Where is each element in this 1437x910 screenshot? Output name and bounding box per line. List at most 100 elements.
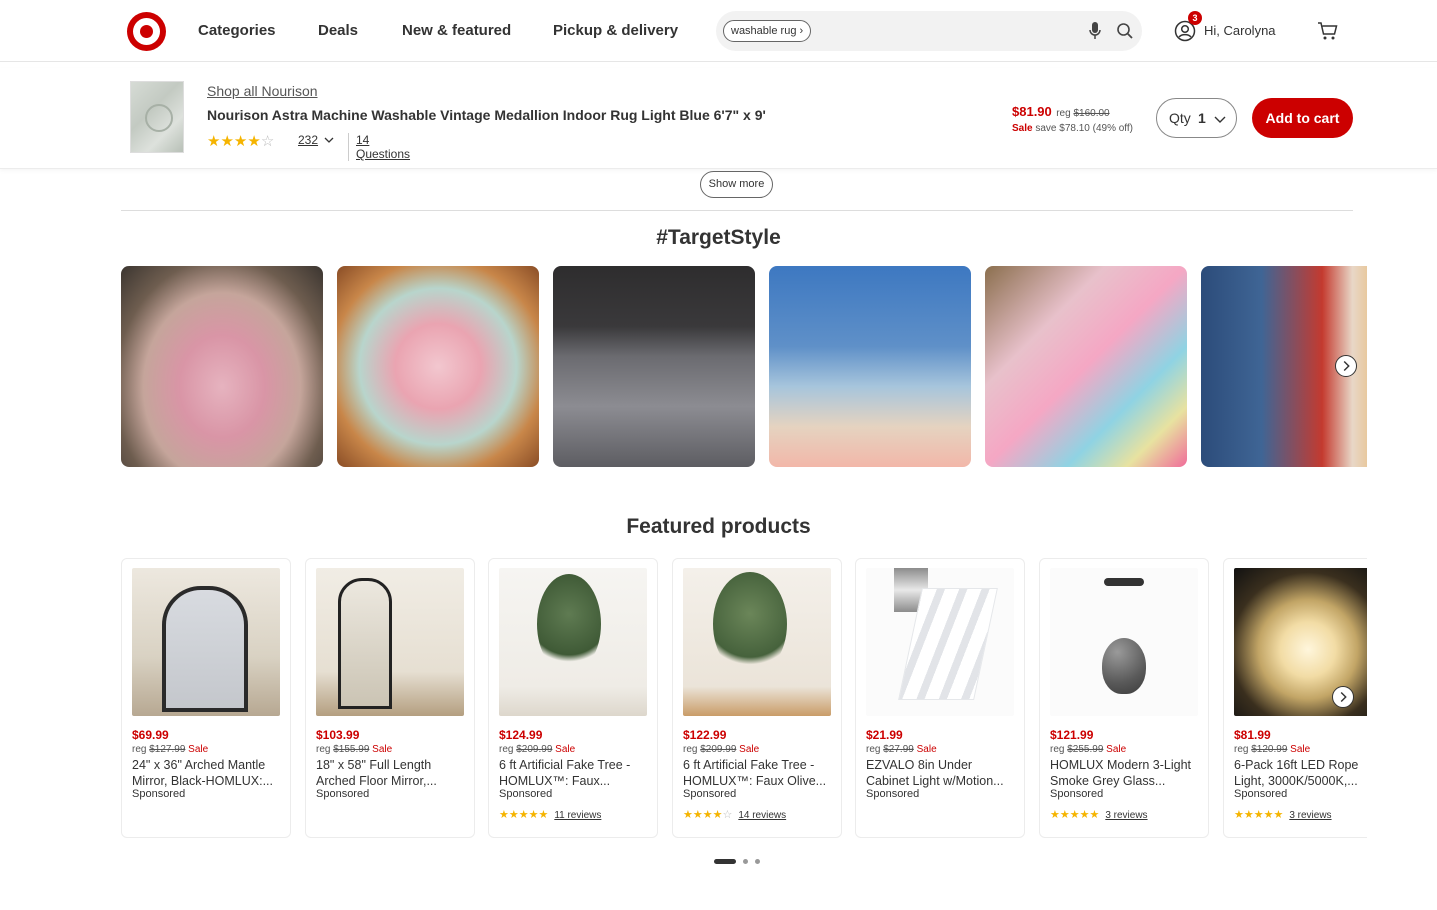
- sale-line: Sale save $78.10 (49% off): [1012, 123, 1152, 134]
- product-title[interactable]: 6 ft Artificial Fake Tree - HOMLUX™: Fau…: [683, 757, 833, 789]
- reg-price: $255.99: [1067, 744, 1104, 755]
- product-price: $121.99: [1050, 728, 1094, 742]
- search-chip-label: washable rug: [731, 25, 797, 37]
- reg-price: $160.00: [1073, 108, 1110, 119]
- reg-price: $27.99: [883, 744, 914, 755]
- sale-label: Sale: [1106, 744, 1127, 755]
- product-price: $21.99: [866, 728, 903, 742]
- product-title[interactable]: EZVALO 8in Under Cabinet Light w/Motion.…: [866, 757, 1016, 789]
- product-reg-price: reg $120.99 Sale: [1234, 744, 1310, 755]
- account-badge: 3: [1188, 11, 1202, 25]
- star-icon: ★: [220, 133, 234, 150]
- star-icon: ★★★★: [683, 809, 723, 821]
- section-divider: [121, 210, 1353, 211]
- account-name: Hi, Carolyna: [1204, 23, 1276, 38]
- reg-label: reg: [132, 744, 147, 755]
- product-image[interactable]: [1050, 568, 1198, 716]
- carousel-next-arrow-icon[interactable]: [1332, 686, 1354, 708]
- sponsored-label: Sponsored: [866, 788, 920, 800]
- product-price: $69.99: [132, 728, 169, 742]
- sponsored-label: Sponsored: [132, 788, 186, 800]
- nav-pickup-delivery[interactable]: Pickup & delivery: [553, 22, 678, 39]
- pagination-dot[interactable]: [743, 859, 748, 864]
- product-image[interactable]: [316, 568, 464, 716]
- show-more-button[interactable]: Show more: [700, 171, 773, 198]
- product-title[interactable]: HOMLUX Modern 3-Light Smoke Grey Glass..…: [1050, 757, 1200, 789]
- search-bar[interactable]: washable rug ›: [716, 11, 1142, 51]
- sponsored-label: Sponsored: [1234, 788, 1288, 800]
- product-title: Nourison Astra Machine Washable Vintage …: [207, 107, 766, 123]
- reg-price: $120.99: [1251, 744, 1288, 755]
- style-photo[interactable]: [121, 266, 323, 467]
- style-photo[interactable]: [337, 266, 539, 467]
- pagination-dot-active[interactable]: [714, 859, 736, 864]
- chevron-down-icon[interactable]: [324, 135, 334, 145]
- reviews-link[interactable]: 11 reviews: [554, 810, 601, 821]
- product-card[interactable]: $124.99 reg $209.99 Sale 6 ft Artificial…: [488, 558, 658, 838]
- reg-price: $127.99: [149, 744, 186, 755]
- star-empty-icon: ☆: [722, 809, 733, 821]
- reg-label: reg: [1234, 744, 1249, 755]
- product-card[interactable]: $69.99 reg $127.99 Sale 24" x 36" Arched…: [121, 558, 291, 838]
- product-image[interactable]: [132, 568, 280, 716]
- shop-all-link[interactable]: Shop all Nourison: [207, 83, 318, 99]
- product-card[interactable]: $21.99 reg $27.99 Sale EZVALO 8in Under …: [855, 558, 1025, 838]
- reg-label: reg: [866, 744, 881, 755]
- star-icon: ★: [233, 133, 248, 150]
- reg-price: $209.99: [516, 744, 553, 755]
- nav-new-featured[interactable]: New & featured: [402, 22, 511, 39]
- reg-label: reg: [499, 744, 514, 755]
- product-price: $124.99: [499, 728, 543, 742]
- qty-label: Qty: [1169, 110, 1191, 126]
- product-title[interactable]: 24" x 36" Arched Mantle Mirror, Black-HO…: [132, 757, 282, 789]
- nav-deals[interactable]: Deals: [318, 22, 358, 39]
- sale-label: Sale: [188, 744, 209, 755]
- product-title[interactable]: 18" x 58" Full Length Arched Floor Mirro…: [316, 757, 466, 789]
- product-image[interactable]: [683, 568, 831, 716]
- cart-icon[interactable]: [1317, 20, 1339, 42]
- account-menu[interactable]: 3 Hi, Carolyna: [1174, 11, 1284, 43]
- rating-count-link[interactable]: 232: [298, 133, 318, 147]
- search-chip[interactable]: washable rug ›: [723, 20, 812, 42]
- product-thumbnail[interactable]: [130, 81, 184, 153]
- reviews-link[interactable]: 3 reviews: [1105, 810, 1147, 821]
- target-style-title: #TargetStyle: [656, 226, 781, 249]
- pagination-dot[interactable]: [755, 859, 760, 864]
- sponsored-label: Sponsored: [683, 788, 737, 800]
- regular-price: reg $160.00: [1056, 108, 1109, 119]
- search-icon[interactable]: [1116, 22, 1134, 40]
- top-navigation: Categories Deals New & featured Pickup &…: [0, 0, 1437, 62]
- product-card[interactable]: $122.99 reg $209.99 Sale 6 ft Artificial…: [672, 558, 842, 838]
- add-to-cart-button[interactable]: Add to cart: [1252, 98, 1353, 138]
- product-price: $81.99: [1234, 728, 1271, 742]
- product-title[interactable]: 6-Pack 16ft LED Rope Light, 3000K/5000K,…: [1234, 757, 1367, 789]
- product-rating: ★★★★★ 11 reviews: [499, 805, 601, 821]
- product-image[interactable]: [866, 568, 1014, 716]
- reviews-link[interactable]: 3 reviews: [1289, 810, 1331, 821]
- style-photo[interactable]: [553, 266, 755, 467]
- reg-price: $155.99: [333, 744, 370, 755]
- product-card[interactable]: $121.99 reg $255.99 Sale HOMLUX Modern 3…: [1039, 558, 1209, 838]
- style-photo[interactable]: [985, 266, 1187, 467]
- reviews-link[interactable]: 14 reviews: [738, 810, 786, 821]
- nav-categories[interactable]: Categories: [198, 22, 276, 39]
- product-title[interactable]: 6 ft Artificial Fake Tree - HOMLUX™: Fau…: [499, 757, 649, 789]
- questions-link[interactable]: 14 Questions: [348, 133, 410, 161]
- sponsored-label: Sponsored: [1050, 788, 1104, 800]
- star-icon: ★: [247, 133, 261, 150]
- target-logo[interactable]: [127, 12, 166, 51]
- style-photo[interactable]: [769, 266, 971, 467]
- microphone-icon[interactable]: [1088, 21, 1102, 41]
- carousel-next-arrow-icon[interactable]: [1335, 355, 1357, 377]
- product-reg-price: reg $209.99 Sale: [683, 744, 759, 755]
- quantity-select[interactable]: Qty 1: [1156, 98, 1237, 138]
- star-icon: ★: [207, 133, 221, 150]
- product-image[interactable]: [499, 568, 647, 716]
- product-reg-price: reg $27.99 Sale: [866, 744, 937, 755]
- sponsored-label: Sponsored: [499, 788, 553, 800]
- product-reg-price: reg $209.99 Sale: [499, 744, 575, 755]
- product-card[interactable]: $103.99 reg $155.99 Sale 18" x 58" Full …: [305, 558, 475, 838]
- reg-label: reg: [683, 744, 698, 755]
- rating-row: ★★★★☆ 232 14 Questions: [207, 132, 410, 161]
- sale-label: Sale: [1290, 744, 1311, 755]
